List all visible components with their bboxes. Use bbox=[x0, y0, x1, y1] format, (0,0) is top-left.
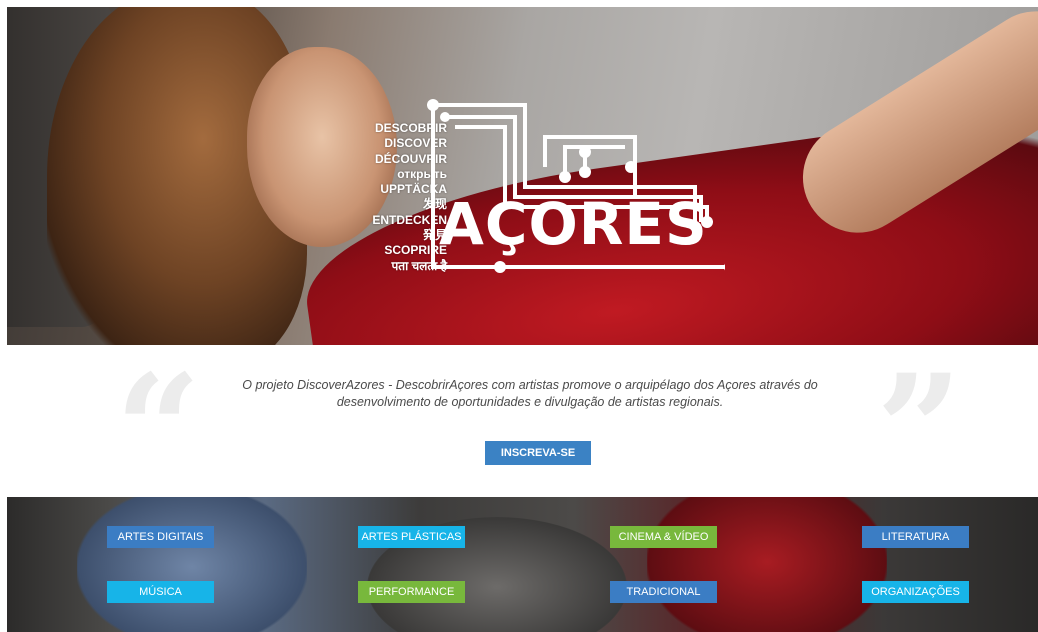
open-quote-icon: “ bbox=[115, 342, 202, 518]
close-quote-icon: ” bbox=[876, 342, 963, 518]
background-photo-dress bbox=[647, 497, 887, 632]
category-button-literatura[interactable]: LITERATURA bbox=[862, 526, 969, 548]
categories-section: ARTES DIGITAIS ARTES PLÁSTICAS CINEMA & … bbox=[7, 497, 1038, 632]
intro-text: O projeto DiscoverAzores - DescobrirAçor… bbox=[242, 378, 818, 409]
category-button-performance[interactable]: PERFORMANCE bbox=[358, 581, 465, 603]
background-photo-jeans bbox=[77, 497, 307, 632]
intro-section: “ ” O projeto DiscoverAzores - Descobrir… bbox=[0, 345, 1038, 505]
hero-banner: DESCOBRIR DISCOVER DÉCOUVRIR открыть UPP… bbox=[7, 7, 1038, 345]
category-button-artes-plasticas[interactable]: ARTES PLÁSTICAS bbox=[358, 526, 465, 548]
subscribe-button[interactable]: INSCREVA-SE bbox=[485, 441, 591, 465]
category-button-cinema-video[interactable]: CINEMA & VÍDEO bbox=[610, 526, 717, 548]
category-button-tradicional[interactable]: TRADICIONAL bbox=[610, 581, 717, 603]
category-button-artes-digitais[interactable]: ARTES DIGITAIS bbox=[107, 526, 214, 548]
logo-title: AÇORES bbox=[439, 190, 708, 258]
category-button-organizacoes[interactable]: ORGANIZAÇÕES bbox=[862, 581, 969, 603]
category-button-musica[interactable]: MÚSICA bbox=[107, 581, 214, 603]
